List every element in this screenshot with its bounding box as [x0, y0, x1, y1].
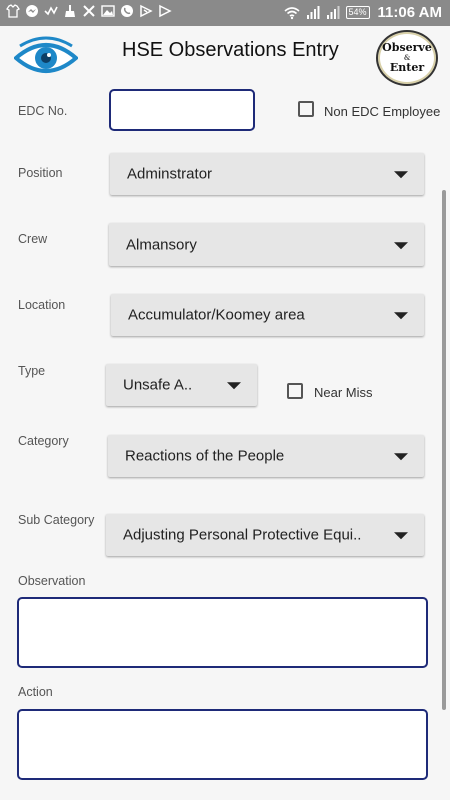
observe-enter-badge[interactable]: Observe & Enter [376, 30, 438, 86]
position-dropdown[interactable]: Adminstrator [110, 153, 424, 195]
category-value: Reactions of the People [125, 447, 285, 465]
tshirt-icon [6, 4, 20, 18]
subcategory-label: Sub Category [18, 513, 95, 527]
check-icon [44, 6, 58, 16]
near-miss-checkbox[interactable] [287, 383, 303, 399]
non-edc-employee-checkbox[interactable] [298, 101, 314, 117]
observation-label: Observation [18, 574, 86, 588]
play-icon [159, 4, 172, 18]
near-miss-label: Near Miss [314, 385, 373, 400]
type-label: Type [18, 364, 46, 378]
image-icon [101, 5, 115, 17]
category-dropdown[interactable]: Reactions of the People [108, 435, 424, 477]
location-dropdown[interactable]: Accumulator/Koomey area [111, 294, 424, 336]
eye-logo-icon [14, 36, 78, 73]
broom-icon [65, 5, 75, 17]
edc-label: EDC No. [18, 104, 68, 118]
action-textarea[interactable] [17, 709, 428, 780]
type-dropdown[interactable]: Unsafe A.. [106, 364, 257, 406]
location-value: Accumulator/Koomey area [128, 306, 305, 324]
system-icons: 54% 11:06 AM [283, 4, 442, 21]
subcategory-value: Adjusting Personal Protective Equi.. [123, 526, 362, 544]
messenger-icon [26, 5, 38, 17]
crew-value: Almansory [126, 236, 197, 253]
chevron-down-icon [394, 532, 408, 540]
category-label: Category [18, 434, 69, 448]
status-bar: 54% 11:06 AM [0, 0, 450, 26]
position-value: Adminstrator [127, 165, 213, 183]
edc-number-input[interactable] [109, 89, 255, 131]
chevron-down-icon [394, 171, 408, 179]
battery-indicator: 54% [345, 6, 370, 19]
play-store-icon [140, 4, 153, 18]
observation-textarea[interactable] [17, 597, 428, 668]
chevron-down-icon [394, 453, 408, 461]
type-value: Unsafe A.. [123, 376, 193, 394]
action-label: Action [18, 685, 53, 699]
notification-icons [6, 4, 172, 18]
non-edc-employee-label: Non EDC Employee [324, 104, 441, 119]
wifi-icon [283, 6, 300, 19]
crew-dropdown[interactable]: Almansory [109, 223, 424, 266]
x-icon [83, 5, 95, 17]
signal-icon [326, 5, 339, 19]
chevron-down-icon [227, 382, 241, 390]
clock: 11:06 AM [377, 4, 442, 21]
app-header: HSE Observations Entry Observe & Enter [0, 26, 450, 90]
whatsapp-icon [121, 5, 133, 17]
subcategory-dropdown[interactable]: Adjusting Personal Protective Equi.. [106, 514, 424, 556]
page-title: HSE Observations Entry [122, 39, 339, 61]
chevron-down-icon [394, 241, 408, 249]
signal-icon [306, 5, 319, 19]
crew-label: Crew [18, 232, 48, 246]
location-label: Location [18, 298, 66, 312]
chevron-down-icon [394, 312, 408, 320]
position-label: Position [18, 166, 63, 180]
badge-bottom-text: Enter [389, 61, 425, 74]
scrollbar[interactable] [442, 190, 446, 710]
